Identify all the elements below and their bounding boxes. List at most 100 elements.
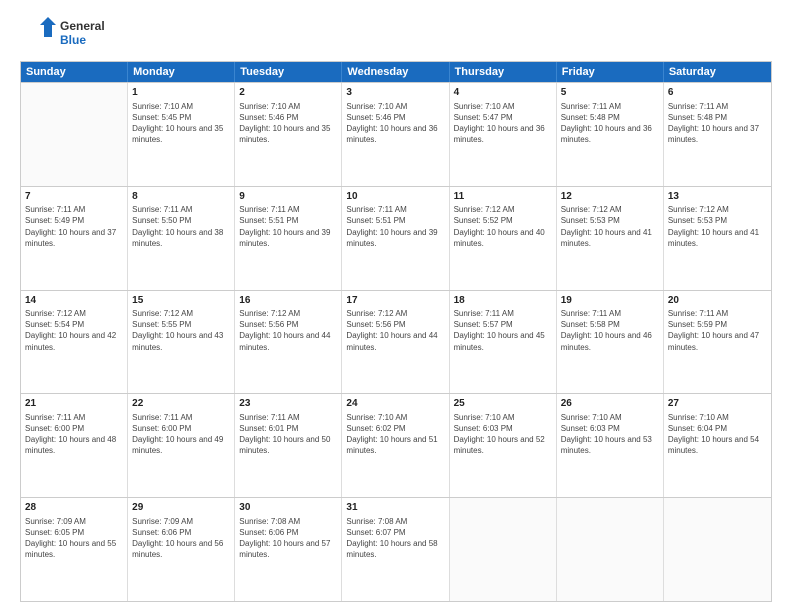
cell-info: Sunrise: 7:10 AM Sunset: 6:04 PM Dayligh… xyxy=(668,412,767,457)
daylight-text: Daylight: 10 hours and 48 minutes. xyxy=(25,434,123,456)
daylight-text: Daylight: 10 hours and 41 minutes. xyxy=(561,227,659,249)
sunrise-text: Sunrise: 7:09 AM xyxy=(132,516,230,527)
sunrise-text: Sunrise: 7:10 AM xyxy=(454,101,552,112)
daylight-text: Daylight: 10 hours and 54 minutes. xyxy=(668,434,767,456)
calendar-week-1: 1 Sunrise: 7:10 AM Sunset: 5:45 PM Dayli… xyxy=(21,82,771,186)
cell-info: Sunrise: 7:10 AM Sunset: 6:03 PM Dayligh… xyxy=(561,412,659,457)
daylight-text: Daylight: 10 hours and 52 minutes. xyxy=(454,434,552,456)
sunset-text: Sunset: 5:53 PM xyxy=(668,215,767,226)
day-header-thursday: Thursday xyxy=(450,62,557,82)
sunset-text: Sunset: 5:58 PM xyxy=(561,319,659,330)
cell-info: Sunrise: 7:10 AM Sunset: 5:46 PM Dayligh… xyxy=(346,101,444,146)
sunrise-text: Sunrise: 7:11 AM xyxy=(239,204,337,215)
day-number: 12 xyxy=(561,190,659,204)
day-number: 25 xyxy=(454,397,552,411)
logo-icon xyxy=(20,15,56,51)
daylight-text: Daylight: 10 hours and 42 minutes. xyxy=(25,330,123,352)
sunrise-text: Sunrise: 7:10 AM xyxy=(346,101,444,112)
cell-info: Sunrise: 7:11 AM Sunset: 6:00 PM Dayligh… xyxy=(132,412,230,457)
day-number: 2 xyxy=(239,86,337,100)
sunrise-text: Sunrise: 7:11 AM xyxy=(454,308,552,319)
day-number: 30 xyxy=(239,501,337,515)
sunset-text: Sunset: 6:06 PM xyxy=(132,527,230,538)
day-number: 27 xyxy=(668,397,767,411)
day-number: 21 xyxy=(25,397,123,411)
cell-info: Sunrise: 7:12 AM Sunset: 5:53 PM Dayligh… xyxy=(668,204,767,249)
sunset-text: Sunset: 5:46 PM xyxy=(239,112,337,123)
logo: General Blue xyxy=(20,15,105,51)
calendar-cell: 30 Sunrise: 7:08 AM Sunset: 6:06 PM Dayl… xyxy=(235,498,342,601)
day-number: 29 xyxy=(132,501,230,515)
sunrise-text: Sunrise: 7:11 AM xyxy=(239,412,337,423)
calendar-week-5: 28 Sunrise: 7:09 AM Sunset: 6:05 PM Dayl… xyxy=(21,497,771,601)
cell-info: Sunrise: 7:11 AM Sunset: 5:58 PM Dayligh… xyxy=(561,308,659,353)
calendar-cell: 2 Sunrise: 7:10 AM Sunset: 5:46 PM Dayli… xyxy=(235,83,342,186)
sunrise-text: Sunrise: 7:10 AM xyxy=(668,412,767,423)
cell-info: Sunrise: 7:09 AM Sunset: 6:06 PM Dayligh… xyxy=(132,516,230,561)
cell-info: Sunrise: 7:08 AM Sunset: 6:07 PM Dayligh… xyxy=(346,516,444,561)
day-number: 16 xyxy=(239,294,337,308)
day-number: 6 xyxy=(668,86,767,100)
daylight-text: Daylight: 10 hours and 35 minutes. xyxy=(239,123,337,145)
calendar-cell: 11 Sunrise: 7:12 AM Sunset: 5:52 PM Dayl… xyxy=(450,187,557,290)
daylight-text: Daylight: 10 hours and 44 minutes. xyxy=(346,330,444,352)
day-number: 26 xyxy=(561,397,659,411)
sunrise-text: Sunrise: 7:12 AM xyxy=(346,308,444,319)
daylight-text: Daylight: 10 hours and 36 minutes. xyxy=(454,123,552,145)
sunrise-text: Sunrise: 7:11 AM xyxy=(346,204,444,215)
sunset-text: Sunset: 5:53 PM xyxy=(561,215,659,226)
calendar: SundayMondayTuesdayWednesdayThursdayFrid… xyxy=(20,61,772,602)
calendar-cell: 22 Sunrise: 7:11 AM Sunset: 6:00 PM Dayl… xyxy=(128,394,235,497)
sunrise-text: Sunrise: 7:12 AM xyxy=(561,204,659,215)
daylight-text: Daylight: 10 hours and 40 minutes. xyxy=(454,227,552,249)
header: General Blue xyxy=(20,15,772,51)
daylight-text: Daylight: 10 hours and 41 minutes. xyxy=(668,227,767,249)
sunrise-text: Sunrise: 7:10 AM xyxy=(561,412,659,423)
daylight-text: Daylight: 10 hours and 37 minutes. xyxy=(25,227,123,249)
day-number: 11 xyxy=(454,190,552,204)
daylight-text: Daylight: 10 hours and 51 minutes. xyxy=(346,434,444,456)
sunrise-text: Sunrise: 7:12 AM xyxy=(25,308,123,319)
sunset-text: Sunset: 5:56 PM xyxy=(346,319,444,330)
cell-info: Sunrise: 7:11 AM Sunset: 5:48 PM Dayligh… xyxy=(668,101,767,146)
cell-info: Sunrise: 7:10 AM Sunset: 6:03 PM Dayligh… xyxy=(454,412,552,457)
calendar-cell xyxy=(21,83,128,186)
sunrise-text: Sunrise: 7:11 AM xyxy=(561,308,659,319)
day-header-monday: Monday xyxy=(128,62,235,82)
day-header-saturday: Saturday xyxy=(664,62,771,82)
sunrise-text: Sunrise: 7:11 AM xyxy=(25,412,123,423)
calendar-cell: 13 Sunrise: 7:12 AM Sunset: 5:53 PM Dayl… xyxy=(664,187,771,290)
calendar-cell: 1 Sunrise: 7:10 AM Sunset: 5:45 PM Dayli… xyxy=(128,83,235,186)
sunrise-text: Sunrise: 7:12 AM xyxy=(454,204,552,215)
daylight-text: Daylight: 10 hours and 35 minutes. xyxy=(132,123,230,145)
sunset-text: Sunset: 5:57 PM xyxy=(454,319,552,330)
cell-info: Sunrise: 7:12 AM Sunset: 5:53 PM Dayligh… xyxy=(561,204,659,249)
day-number: 14 xyxy=(25,294,123,308)
sunrise-text: Sunrise: 7:11 AM xyxy=(132,204,230,215)
calendar-cell: 29 Sunrise: 7:09 AM Sunset: 6:06 PM Dayl… xyxy=(128,498,235,601)
day-number: 22 xyxy=(132,397,230,411)
cell-info: Sunrise: 7:10 AM Sunset: 5:47 PM Dayligh… xyxy=(454,101,552,146)
daylight-text: Daylight: 10 hours and 46 minutes. xyxy=(561,330,659,352)
cell-info: Sunrise: 7:12 AM Sunset: 5:54 PM Dayligh… xyxy=(25,308,123,353)
day-number: 5 xyxy=(561,86,659,100)
sunrise-text: Sunrise: 7:11 AM xyxy=(668,308,767,319)
sunset-text: Sunset: 5:54 PM xyxy=(25,319,123,330)
calendar-cell: 28 Sunrise: 7:09 AM Sunset: 6:05 PM Dayl… xyxy=(21,498,128,601)
sunset-text: Sunset: 5:51 PM xyxy=(239,215,337,226)
sunrise-text: Sunrise: 7:11 AM xyxy=(25,204,123,215)
calendar-cell: 10 Sunrise: 7:11 AM Sunset: 5:51 PM Dayl… xyxy=(342,187,449,290)
daylight-text: Daylight: 10 hours and 36 minutes. xyxy=(346,123,444,145)
sunrise-text: Sunrise: 7:11 AM xyxy=(132,412,230,423)
cell-info: Sunrise: 7:12 AM Sunset: 5:52 PM Dayligh… xyxy=(454,204,552,249)
daylight-text: Daylight: 10 hours and 38 minutes. xyxy=(132,227,230,249)
day-number: 28 xyxy=(25,501,123,515)
sunrise-text: Sunrise: 7:12 AM xyxy=(132,308,230,319)
daylight-text: Daylight: 10 hours and 39 minutes. xyxy=(239,227,337,249)
calendar-body: 1 Sunrise: 7:10 AM Sunset: 5:45 PM Dayli… xyxy=(21,82,771,601)
logo-blue: Blue xyxy=(60,33,105,47)
cell-info: Sunrise: 7:10 AM Sunset: 6:02 PM Dayligh… xyxy=(346,412,444,457)
cell-info: Sunrise: 7:10 AM Sunset: 5:46 PM Dayligh… xyxy=(239,101,337,146)
day-number: 1 xyxy=(132,86,230,100)
calendar-header: SundayMondayTuesdayWednesdayThursdayFrid… xyxy=(21,62,771,82)
